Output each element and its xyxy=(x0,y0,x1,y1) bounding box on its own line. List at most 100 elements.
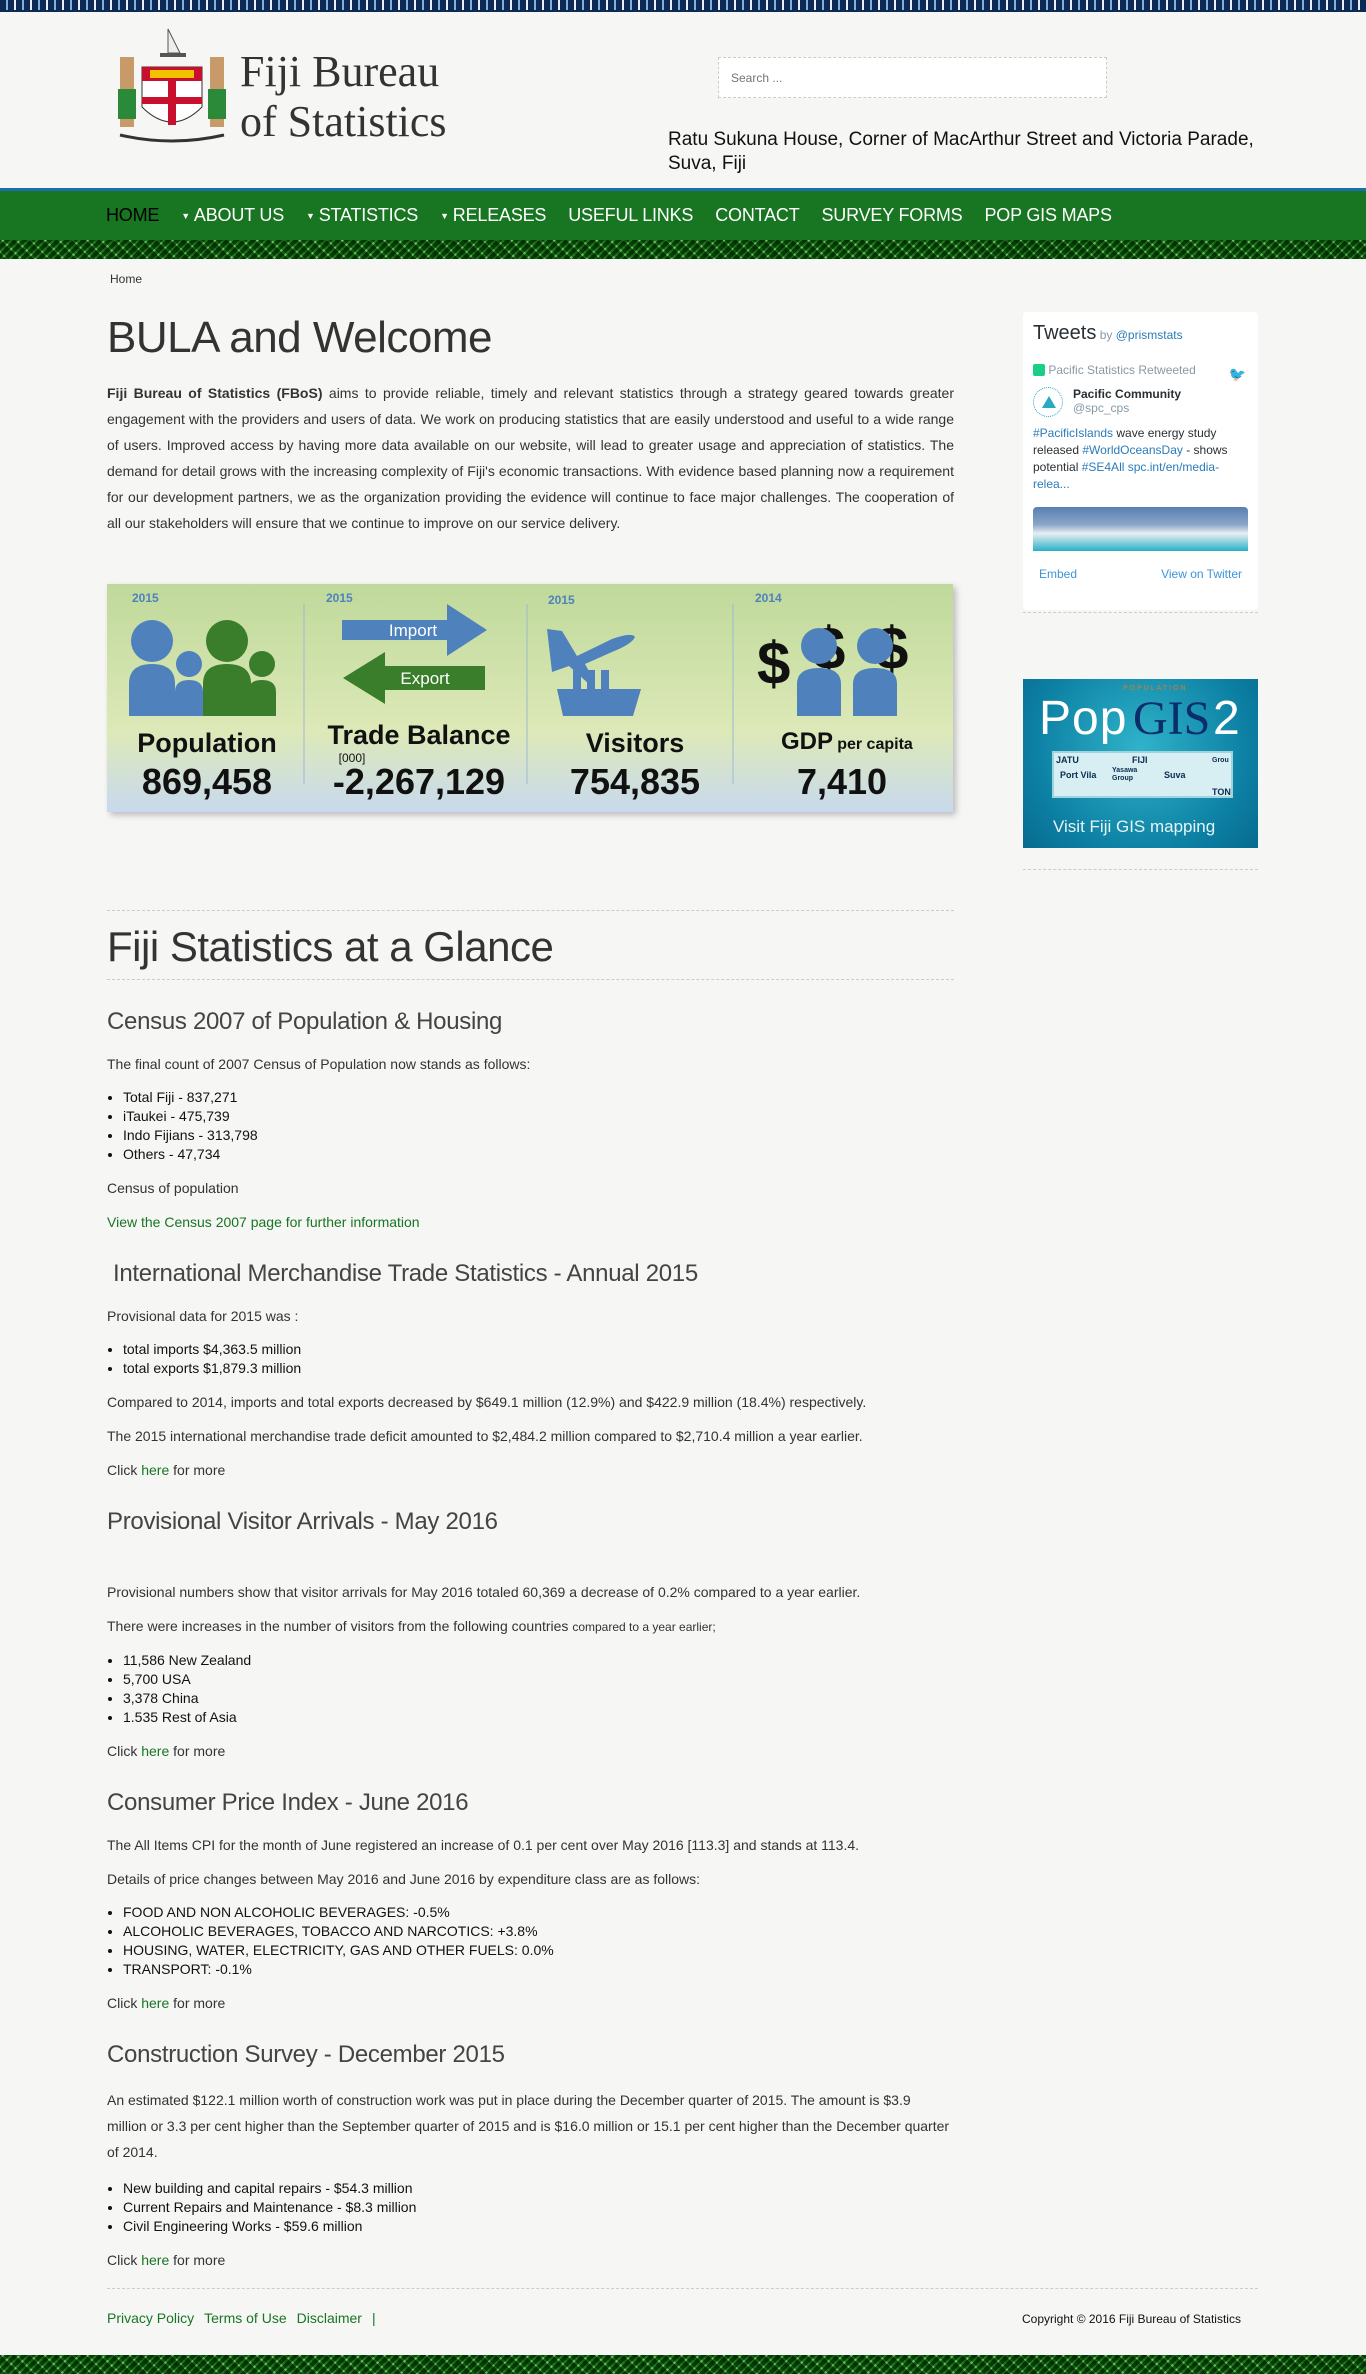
visitors-section: Provisional Visitor Arrivals - May 2016 … xyxy=(107,1508,954,1761)
plane-ship-icon xyxy=(547,629,641,716)
import-export-arrows-icon xyxy=(342,604,487,704)
trade-label: Trade Balance xyxy=(327,720,510,750)
logo-title-line1: Fiji Bureau xyxy=(240,47,440,96)
list-item: Others - 47,734 xyxy=(123,1145,954,1164)
here-link[interactable]: here xyxy=(141,2252,169,2268)
bullet-list: total imports $4,363.5 milliontotal expo… xyxy=(123,1340,954,1378)
nav-item-home[interactable]: HOME xyxy=(106,205,159,226)
site-logo[interactable]: Fiji Bureau of Statistics xyxy=(110,27,465,152)
copyright: Copyright © 2016 Fiji Bureau of Statisti… xyxy=(1022,2312,1241,2326)
click-text: Click xyxy=(107,1995,142,2011)
intro-text: aims to provide reliable, timely and rel… xyxy=(107,385,954,531)
trade-value: -2,267,129 xyxy=(333,761,505,802)
visitors-label: Visitors xyxy=(586,728,685,758)
popgis-gis: GIS xyxy=(1133,692,1211,745)
list-item: FOOD AND NON ALCOHOLIC BEVERAGES: -0.5% xyxy=(123,1903,954,1922)
population-year: 2015 xyxy=(132,591,159,605)
view-on-twitter-link[interactable]: View on Twitter xyxy=(1161,567,1242,581)
construction-title: Construction Survey - December 2015 xyxy=(107,2041,505,2068)
coat-of-arms-icon xyxy=(118,28,226,143)
list-item: Current Repairs and Maintenance - $8.3 m… xyxy=(123,2198,954,2217)
terms-of-use-link[interactable]: Terms of Use xyxy=(204,2310,286,2326)
map-label: Yasawa Group xyxy=(1112,767,1138,782)
trade-title: International Merchandise Trade Statisti… xyxy=(113,1260,698,1287)
list-item: HOUSING, WATER, ELECTRICITY, GAS AND OTH… xyxy=(123,1941,954,1960)
nav-item-contact[interactable]: CONTACT xyxy=(715,205,799,226)
list-item: iTaukei - 475,739 xyxy=(123,1107,954,1126)
footer-divider xyxy=(107,2288,1258,2289)
nav-item-survey-forms[interactable]: SURVEY FORMS xyxy=(822,205,963,226)
click-text: Click xyxy=(107,2252,142,2268)
here-link[interactable]: here xyxy=(141,1462,169,1478)
breadcrumb[interactable]: Home xyxy=(110,272,142,286)
nav-item-label: SURVEY FORMS xyxy=(821,205,963,225)
top-border-pattern xyxy=(0,0,1366,12)
tweet-image[interactable] xyxy=(1033,507,1248,551)
glance-title: Fiji Statistics at a Glance xyxy=(107,923,554,970)
twitter-timeline-widget: Tweets by @prismstats Pacific Statistics… xyxy=(1023,312,1258,610)
click-for-more: Click here for more xyxy=(107,1993,954,2013)
embed-link[interactable]: Embed xyxy=(1039,567,1077,581)
bullet-list: New building and capital repairs - $54.3… xyxy=(123,2179,954,2236)
key-stats-infographic: 2015 2015 2015 2014 Import Export $ Popu… xyxy=(107,584,953,812)
author-handle[interactable]: @spc_cps xyxy=(1073,401,1181,415)
tweets-handle-link[interactable]: @prismstats xyxy=(1116,328,1183,342)
nav-item-statistics[interactable]: ▼ STATISTICS xyxy=(306,205,418,226)
author-avatar[interactable] xyxy=(1033,387,1063,417)
footer-separator: | xyxy=(371,2310,376,2326)
here-link[interactable]: here xyxy=(141,1743,169,1759)
search-input[interactable] xyxy=(718,57,1107,98)
construction-paragraph: An estimated $122.1 million worth of con… xyxy=(107,2092,950,2160)
visitors-title: Provisional Visitor Arrivals - May 2016 xyxy=(107,1508,498,1535)
footer-links: Privacy Policy Terms of Use Disclaimer | xyxy=(107,2310,386,2326)
cpi-paragraph: The All Items CPI for the month of June … xyxy=(107,1837,860,1853)
svg-text:$: $ xyxy=(757,630,790,697)
disclaimer-link[interactable]: Disclaimer xyxy=(297,2310,362,2326)
map-label: JATU xyxy=(1056,755,1079,765)
census-section: Census 2007 of Population & Housing The … xyxy=(107,1008,954,1232)
caret-down-icon: ▼ xyxy=(181,210,190,221)
sidebar: Tweets by @prismstats Pacific Statistics… xyxy=(1023,312,1258,870)
census-intro: The final count of 2007 Census of Popula… xyxy=(107,1056,531,1072)
click-for-more: Click here for more xyxy=(107,1460,954,1480)
list-item: Total Fiji - 837,271 xyxy=(123,1088,954,1107)
trade-intro: Provisional data for 2015 was : xyxy=(107,1308,299,1324)
nav-item-label: CONTACT xyxy=(715,205,800,225)
logo-title-line2: of Statistics xyxy=(240,97,447,146)
popgis-caption: Visit Fiji GIS mapping xyxy=(1053,817,1216,836)
list-item: 5,700 USA xyxy=(123,1670,954,1689)
export-label: Export xyxy=(400,669,449,688)
list-item: 3,378 China xyxy=(123,1689,954,1708)
nav-item-useful-links[interactable]: USEFUL LINKS xyxy=(568,205,693,226)
click-for-more: Click here for more xyxy=(107,1741,954,1761)
list-item: New building and capital repairs - $54.3… xyxy=(123,2179,954,2198)
nav-item-pop-gis-maps[interactable]: POP GIS MAPS xyxy=(984,205,1112,226)
main-content: BULA and Welcome Fiji Bureau of Statisti… xyxy=(107,310,954,2284)
population-value: 869,458 xyxy=(142,761,272,802)
main-nav: HOME ▼ ABOUT US ▼ STATISTICS ▼ RELEASES USEFUL … xyxy=(0,188,1366,240)
nav-item-releases[interactable]: ▼ RELEASES xyxy=(440,205,546,226)
nav-border-pattern xyxy=(0,240,1366,259)
privacy-policy-link[interactable]: Privacy Policy xyxy=(107,2310,194,2326)
visitors-paragraph: There were increases in the number of vi… xyxy=(107,1618,569,1634)
click-text: for more xyxy=(169,1995,226,2011)
census-link[interactable]: View the Census 2007 page for further in… xyxy=(107,1214,420,1230)
popgis-num: 2 xyxy=(1213,692,1240,745)
nav-item-about-us[interactable]: ▼ ABOUT US xyxy=(181,205,284,226)
click-text: for more xyxy=(169,1462,226,1478)
nav-item-label: HOME xyxy=(106,205,160,225)
gdp-sublabel: per capita xyxy=(837,736,913,753)
author-name[interactable]: Pacific Community xyxy=(1073,387,1181,401)
click-text: for more xyxy=(169,1743,226,1759)
map-label: Port Vila xyxy=(1060,770,1097,780)
visitors-paragraph: Provisional numbers show that visitor ar… xyxy=(107,1584,861,1600)
bullet-list: FOOD AND NON ALCOHOLIC BEVERAGES: -0.5%A… xyxy=(123,1903,954,1979)
hashtag-link[interactable]: #WorldOceansDay xyxy=(1082,443,1183,457)
twitter-bird-icon[interactable]: 🐦 xyxy=(1229,366,1246,383)
hashtag-link[interactable]: #PacificIslands xyxy=(1033,426,1113,440)
nav-item-label: POP GIS MAPS xyxy=(984,205,1112,225)
here-link[interactable]: here xyxy=(141,1995,169,2011)
divider xyxy=(107,979,954,980)
map-label: Grou xyxy=(1212,757,1229,764)
popgis-banner-link[interactable]: Pop GIS 2 POPULATION JATU Port Vila FIJI… xyxy=(1023,679,1258,848)
